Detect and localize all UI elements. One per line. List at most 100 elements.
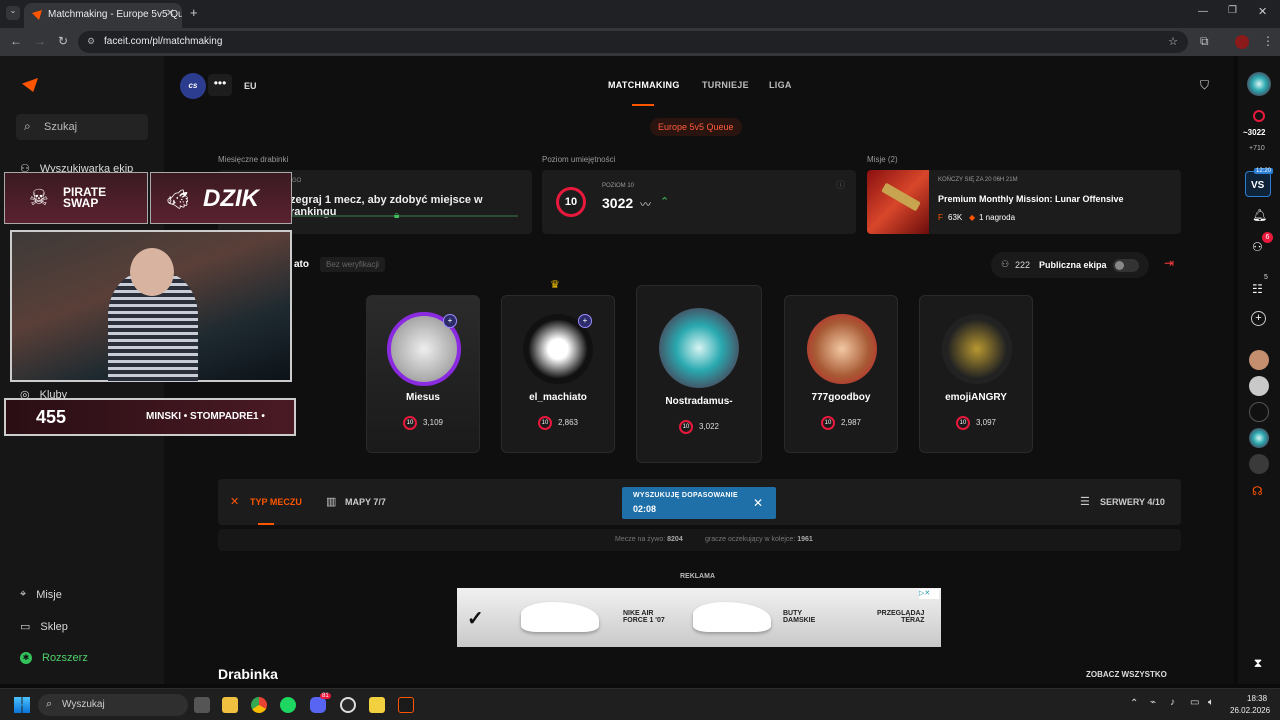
sidebar-search[interactable]: ⌕ Szukaj — [16, 114, 148, 140]
add-icon[interactable]: + — [1251, 311, 1266, 326]
faceit-app-icon[interactable] — [398, 697, 414, 713]
site-info-icon[interactable]: ⚙ — [87, 36, 95, 47]
sponsor-pirateswap-text: PIRATE SWAP — [63, 185, 107, 210]
discord-icon[interactable] — [310, 697, 326, 713]
leave-party-icon[interactable]: ⇥ — [1164, 256, 1174, 270]
start-icon[interactable] — [14, 697, 30, 713]
friends-icon[interactable]: ⚇ — [1252, 240, 1263, 254]
headset-icon[interactable]: ☊ — [1252, 484, 1263, 498]
mission-card[interactable]: KOŃCZY SIĘ ZA 20 06H 21M Premium Monthly… — [867, 170, 1181, 234]
clock-date[interactable]: 26.02.2026 — [1230, 706, 1270, 715]
friend-avatar[interactable] — [1249, 402, 1269, 422]
see-all-link[interactable]: ZOBACZ WSZYSTKO — [1086, 670, 1167, 679]
player-avatar — [807, 314, 877, 384]
tray-chevron-icon[interactable]: ⌃ — [1130, 698, 1138, 709]
elo-up-icon: ⌃ — [660, 196, 670, 208]
tab-league[interactable]: LIGA — [769, 80, 792, 90]
sponsor-pirateswap: ☠ PIRATE SWAP — [4, 172, 148, 224]
profile-avatar[interactable] — [1235, 35, 1249, 49]
sidebar-item-shop[interactable]: ▭ Sklep — [20, 620, 68, 634]
reload-icon[interactable]: ↻ — [58, 34, 68, 48]
ad-cta[interactable]: PRZEGLĄDAJ TERAZ — [877, 610, 924, 624]
ad-choices-icon[interactable]: ▷✕ — [919, 589, 939, 599]
skill-level-ring: 10 — [556, 187, 586, 217]
servers-tab[interactable]: SERWERY 4/10 — [1100, 497, 1165, 507]
user-avatar[interactable] — [1247, 72, 1271, 96]
close-window-icon[interactable]: ✕ — [1258, 5, 1267, 18]
url-field[interactable]: ⚙ faceit.com/pl/matchmaking ☆ — [78, 31, 1188, 53]
webcam-feed — [10, 230, 292, 382]
party-list-icon[interactable]: ☷ — [1252, 282, 1263, 296]
collapse-panel-icon[interactable]: ⧗ — [1248, 656, 1268, 676]
tab-tournaments[interactable]: TURNIEJE — [702, 80, 749, 90]
spotify-icon[interactable] — [280, 697, 296, 713]
match-type-icon: ✕ — [230, 496, 240, 508]
shoe-image — [521, 602, 599, 632]
tab-active-underline — [632, 104, 654, 106]
friend-avatar[interactable] — [1249, 376, 1269, 396]
ad-banner[interactable]: ✓ NIKE AIR FORCE 1 '07 BUTY DAMSKIE PRZE… — [457, 588, 941, 647]
obs-icon[interactable] — [340, 697, 356, 713]
faceit-logo-icon[interactable] — [22, 78, 38, 92]
player-level: 10 — [678, 420, 693, 434]
sidebar-item-missions[interactable]: ⌖ Misje — [20, 588, 62, 601]
chrome-icon[interactable] — [251, 697, 267, 713]
player-card[interactable]: emojiANGRY 10 3,097 — [919, 295, 1033, 453]
maximize-icon[interactable]: ❐ — [1228, 5, 1237, 16]
tray-mic-icon[interactable]: ♪ — [1170, 697, 1175, 708]
close-tab-icon[interactable]: ✕ — [166, 8, 174, 19]
game-badge[interactable]: cs — [180, 73, 206, 99]
searching-panel[interactable]: WYSZUKUJĘ DOPASOWANIE 02:08 ✕ — [622, 487, 776, 519]
minimize-icon[interactable]: — — [1198, 6, 1208, 17]
tab-matchmaking[interactable]: MATCHMAKING — [608, 80, 680, 90]
public-party-toggle[interactable] — [1113, 259, 1139, 272]
player-level: 10 — [537, 416, 552, 430]
back-icon[interactable]: ← — [10, 34, 22, 48]
friend-avatar[interactable] — [1249, 454, 1269, 474]
forward-icon[interactable]: → — [34, 34, 46, 48]
friend-avatar[interactable] — [1249, 428, 1269, 448]
boar-icon: 🐗︎ — [165, 189, 191, 211]
extensions-icon[interactable]: ⧉ — [1200, 34, 1209, 49]
clock-time[interactable]: 18:38 — [1247, 694, 1267, 703]
skill-card[interactable]: 10 POZIOM 10 3022 〰 ⌃ ⓘ — [542, 170, 856, 234]
tab-list-button[interactable]: ⌄ — [6, 6, 20, 20]
tray-display-icon[interactable]: ▭ — [1190, 697, 1199, 708]
party-badge: 5 — [1264, 274, 1268, 281]
app-icon[interactable] — [369, 697, 385, 713]
player-elo: 10 2,863 — [502, 416, 614, 430]
vs-button[interactable]: 12:20 VS — [1245, 168, 1274, 197]
player-card[interactable]: 777goodboy 10 2,987 — [784, 295, 898, 453]
browser-tab[interactable]: Matchmaking - Europe 5v5 Qu — [24, 3, 182, 28]
party-visibility[interactable]: ⚇ 222 Publiczna ekipa — [991, 252, 1149, 278]
friend-avatar[interactable] — [1249, 350, 1269, 370]
maps-tab[interactable]: MAPY 7/7 — [345, 497, 386, 507]
tray-network-icon[interactable]: ⌁ — [1150, 697, 1156, 708]
region-label[interactable]: EU — [244, 81, 257, 91]
shield-icon[interactable]: ⛉ — [1200, 78, 1209, 93]
player-elo-value: 3,097 — [975, 418, 997, 428]
file-explorer-icon[interactable] — [222, 697, 238, 713]
player-card[interactable]: Nostradamus- 10 3,022 — [636, 285, 762, 463]
browser-menu-icon[interactable]: ⋮ — [1262, 34, 1274, 48]
player-name: Miesus — [406, 392, 440, 403]
cancel-search-icon[interactable]: ✕ — [753, 496, 763, 510]
bell-icon[interactable]: 🔔︎ — [1252, 208, 1267, 222]
info-icon[interactable]: ⓘ — [836, 178, 845, 191]
overlay-ticker: 455 MINSKI • STOMPADRE1 • — [4, 398, 296, 436]
taskbar-search-icon: ⌕ — [46, 698, 53, 710]
tray-speaker-icon[interactable]: 🔈︎ — [1208, 697, 1214, 708]
ladders-title: Miesięczne drabinki — [218, 155, 289, 164]
player-card[interactable]: + Miesus 10 3,109 — [366, 295, 480, 453]
sidebar-item-expand[interactable]: ✱ Rozszerz — [20, 652, 88, 664]
new-tab-icon[interactable]: + — [190, 5, 198, 20]
taskbar-search[interactable]: ⌕ Wyszukaj — [38, 694, 188, 716]
queue-badge[interactable]: Europe 5v5 Queue — [650, 118, 742, 136]
bookmark-star-icon[interactable]: ☆ — [1168, 35, 1178, 48]
match-type-tab[interactable]: TYP MECZU — [250, 497, 302, 507]
task-view-icon[interactable] — [194, 697, 210, 713]
player-name: Nostradamus- — [665, 396, 733, 407]
game-more-icon[interactable]: ••• — [208, 74, 232, 96]
player-level: 10 — [955, 416, 970, 430]
player-card[interactable]: + el_machiato 10 2,863 — [501, 295, 615, 453]
